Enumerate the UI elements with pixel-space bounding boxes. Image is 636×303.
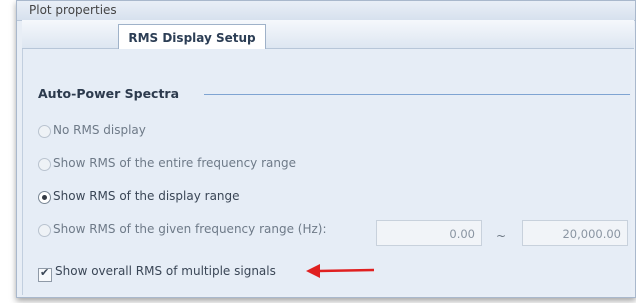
red-arrow-icon <box>306 264 375 278</box>
checkmark-icon: ✔ <box>40 266 50 279</box>
range-separator: ~ <box>496 229 507 243</box>
overall-rms-checkbox[interactable]: ✔ <box>38 266 52 282</box>
radio-display-range[interactable] <box>38 191 51 204</box>
option-label: Show RMS of the given frequency range (H… <box>53 222 327 236</box>
range-from-field[interactable]: 0.00 <box>376 220 482 246</box>
radio-no-rms[interactable] <box>38 125 51 138</box>
window-title: Plot properties <box>29 3 117 17</box>
section-divider <box>204 94 630 95</box>
section-title: Auto-Power Spectra <box>38 86 180 101</box>
option-label: Show RMS of the display range <box>53 189 240 203</box>
range-to-field[interactable]: 20,000.00 <box>522 220 628 246</box>
option-label: No RMS display <box>53 123 146 137</box>
title-bar: Plot properties <box>17 1 635 21</box>
option-label: Show RMS of the entire frequency range <box>53 156 296 170</box>
tab-rms-display-setup[interactable]: RMS Display Setup <box>118 24 266 51</box>
tab-strip <box>22 20 634 49</box>
radio-entire-range[interactable] <box>38 158 51 171</box>
radio-given-range[interactable] <box>38 224 51 237</box>
overall-rms-label: Show overall RMS of multiple signals <box>55 264 276 278</box>
